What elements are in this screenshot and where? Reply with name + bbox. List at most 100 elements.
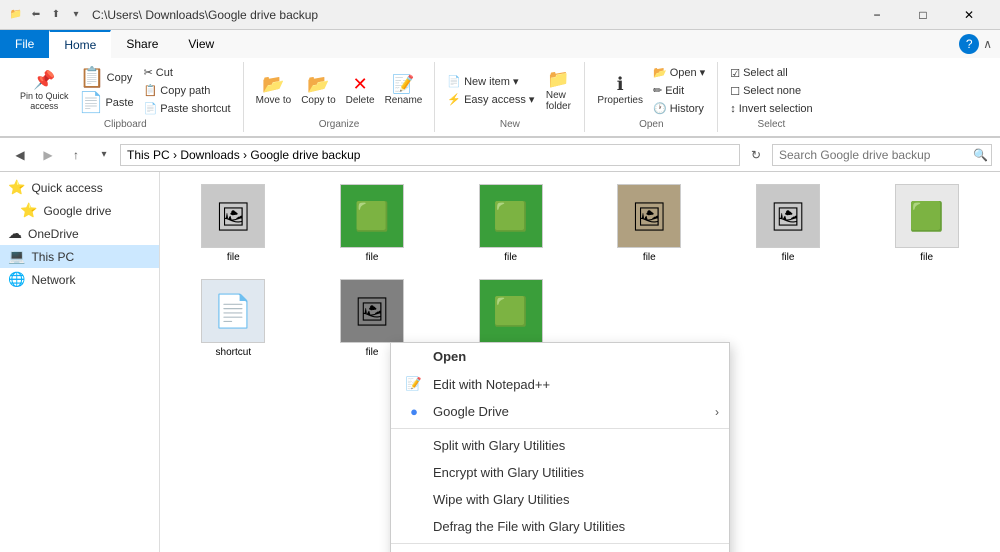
title-bar-icons: 📁 ⬅ ⬆ ▾ — [8, 7, 84, 23]
history-button[interactable]: 🕐 History — [649, 100, 709, 117]
file-label: file — [366, 252, 379, 263]
maximize-button[interactable]: □ — [900, 0, 946, 30]
this-pc-icon: 💻 — [8, 248, 25, 265]
help-btn[interactable]: ? — [959, 34, 979, 54]
window-icon: 📁 — [8, 7, 24, 23]
sidebar: ⭐ Quick access ⭐ Google drive ☁ OneDrive… — [0, 172, 160, 552]
select-label: Select — [726, 119, 816, 130]
context-menu: Open 📝 Edit with Notepad++ ● Google Driv… — [390, 342, 730, 552]
pin-to-quick-access-button[interactable]: 📌 Pin to Quickaccess — [16, 69, 73, 113]
easy-access-button[interactable]: ⚡ Easy access ▾ — [443, 91, 538, 108]
cut-button[interactable]: ✂ Cut — [140, 64, 235, 81]
select-items: ☑ Select all ☐ Select none ↕ Invert sele… — [726, 64, 816, 117]
search-icon: 🔍 — [973, 148, 988, 162]
ribbon-group-clipboard: 📌 Pin to Quickaccess 📋 Copy 📄 Paste — [8, 62, 244, 132]
undo-icon[interactable]: ⬅ — [28, 7, 44, 23]
new-folder-button[interactable]: 📁 Newfolder — [540, 68, 576, 114]
redo-icon[interactable]: ⬆ — [48, 7, 64, 23]
copy-button[interactable]: 📋 Copy — [75, 66, 138, 90]
recent-button[interactable]: ▾ — [92, 143, 116, 167]
tab-share[interactable]: Share — [111, 30, 173, 58]
delete-button[interactable]: ✕ Delete — [342, 73, 379, 108]
file-label: file — [643, 252, 656, 263]
network-icon: 🌐 — [8, 271, 25, 288]
sidebar-item-onedrive[interactable]: ☁ OneDrive — [0, 222, 159, 245]
invert-selection-button[interactable]: ↕ Invert selection — [726, 101, 816, 117]
sidebar-item-quick-access[interactable]: ⭐ Quick access — [0, 176, 159, 199]
new-label: New — [443, 119, 576, 130]
ctx-open[interactable]: Open — [391, 343, 729, 370]
ctx-sep2 — [391, 543, 729, 544]
open-button[interactable]: 📂 Open ▾ — [649, 64, 709, 81]
sidebar-item-this-pc[interactable]: 💻 This PC — [0, 245, 159, 268]
file-thumb: 📄 — [201, 279, 265, 343]
address-input[interactable] — [120, 144, 740, 166]
ribbon-group-new: 📄 New item ▾ ⚡ Easy access ▾ 📁 Newfolder… — [435, 62, 585, 132]
copy-to-button[interactable]: 📂 Copy to — [297, 73, 339, 108]
organize-label: Organize — [252, 119, 427, 130]
move-icon: 📂 — [262, 75, 284, 93]
clipboard-label: Clipboard — [16, 119, 235, 130]
file-label: file — [782, 252, 795, 263]
ribbon-group-select: ☑ Select all ☐ Select none ↕ Invert sele… — [718, 62, 824, 132]
forward-button[interactable]: ▶ — [36, 143, 60, 167]
collapse-ribbon-btn[interactable]: ∧ — [983, 37, 992, 51]
paste-button[interactable]: 📄 Paste — [75, 91, 138, 115]
ctx-google-drive[interactable]: ● Google Drive › — [391, 398, 729, 425]
file-label: file — [227, 252, 240, 263]
select-all-button[interactable]: ☑ Select all — [726, 65, 816, 82]
file-item[interactable]: 🖼 file — [168, 180, 299, 267]
pin-icon: 📌 — [33, 71, 55, 89]
title-bar: 📁 ⬅ ⬆ ▾ C:\Users\ Downloads\Google drive… — [0, 0, 1000, 30]
up-button[interactable]: ↑ — [64, 143, 88, 167]
ctx-sep1 — [391, 428, 729, 429]
select-none-button[interactable]: ☐ Select none — [726, 83, 816, 100]
ctx-scan[interactable]: 🛡 Scan — [391, 547, 729, 552]
ctx-sub-arrow: › — [715, 405, 719, 419]
tab-home[interactable]: Home — [49, 30, 111, 58]
sidebar-item-google-drive[interactable]: ⭐ Google drive — [0, 199, 159, 222]
back-button[interactable]: ◀ — [8, 143, 32, 167]
file-item[interactable]: 🖼 file — [723, 180, 854, 267]
paste-shortcut-button[interactable]: 📄 Paste shortcut — [140, 100, 235, 117]
file-item[interactable]: 🟩 file — [445, 180, 576, 267]
new-item-icon: 📄 — [447, 75, 461, 88]
ctx-split[interactable]: Split with Glary Utilities — [391, 432, 729, 459]
minimize-button[interactable]: − — [854, 0, 900, 30]
edit-button[interactable]: ✏ Edit — [649, 82, 709, 99]
file-item[interactable]: 📄 shortcut — [168, 275, 299, 362]
file-thumb: 🟩 — [479, 184, 543, 248]
delete-icon: ✕ — [353, 75, 368, 93]
ribbon-group-open: ℹ Properties 📂 Open ▾ ✏ Edit 🕐 History — [585, 62, 718, 132]
menu-icon[interactable]: ▾ — [68, 7, 84, 23]
tab-view[interactable]: View — [173, 30, 229, 58]
rename-button[interactable]: 📝 Rename — [381, 73, 427, 108]
properties-icon: ℹ — [617, 75, 624, 93]
copy-icon: 📋 — [80, 68, 105, 88]
title-bar-controls: − □ ✕ — [854, 0, 992, 30]
properties-button[interactable]: ℹ Properties — [593, 73, 647, 108]
paste-shortcut-icon: 📄 — [144, 102, 158, 115]
file-label: shortcut — [216, 347, 252, 358]
file-item[interactable]: 🟩 file — [307, 180, 438, 267]
edit-icon: ✏ — [653, 84, 662, 97]
file-item[interactable]: 🟩 file — [861, 180, 992, 267]
ctx-edit-notepad[interactable]: 📝 Edit with Notepad++ — [391, 370, 729, 398]
sidebar-item-network[interactable]: 🌐 Network — [0, 268, 159, 291]
tab-file[interactable]: File — [0, 30, 49, 58]
file-thumb: 🖼 — [201, 184, 265, 248]
move-to-button[interactable]: 📂 Move to — [252, 73, 296, 108]
history-icon: 🕐 — [653, 102, 667, 115]
file-label: file — [366, 347, 379, 358]
file-item[interactable]: 🖼 file — [584, 180, 715, 267]
search-input[interactable] — [772, 144, 992, 166]
copy-path-button[interactable]: 📋 Copy path — [140, 82, 235, 99]
ctx-encrypt[interactable]: Encrypt with Glary Utilities — [391, 459, 729, 486]
close-button[interactable]: ✕ — [946, 0, 992, 30]
refresh-button[interactable]: ↻ — [744, 143, 768, 167]
address-bar: ◀ ▶ ↑ ▾ ↻ 🔍 — [0, 138, 1000, 172]
select-none-icon: ☐ — [730, 85, 740, 98]
new-item-button[interactable]: 📄 New item ▾ — [443, 73, 538, 90]
ribbon: File Home Share View ? ∧ 📌 Pin to Quicka… — [0, 30, 1000, 138]
ctx-defrag[interactable]: Defrag the File with Glary Utilities — [391, 513, 729, 540]
